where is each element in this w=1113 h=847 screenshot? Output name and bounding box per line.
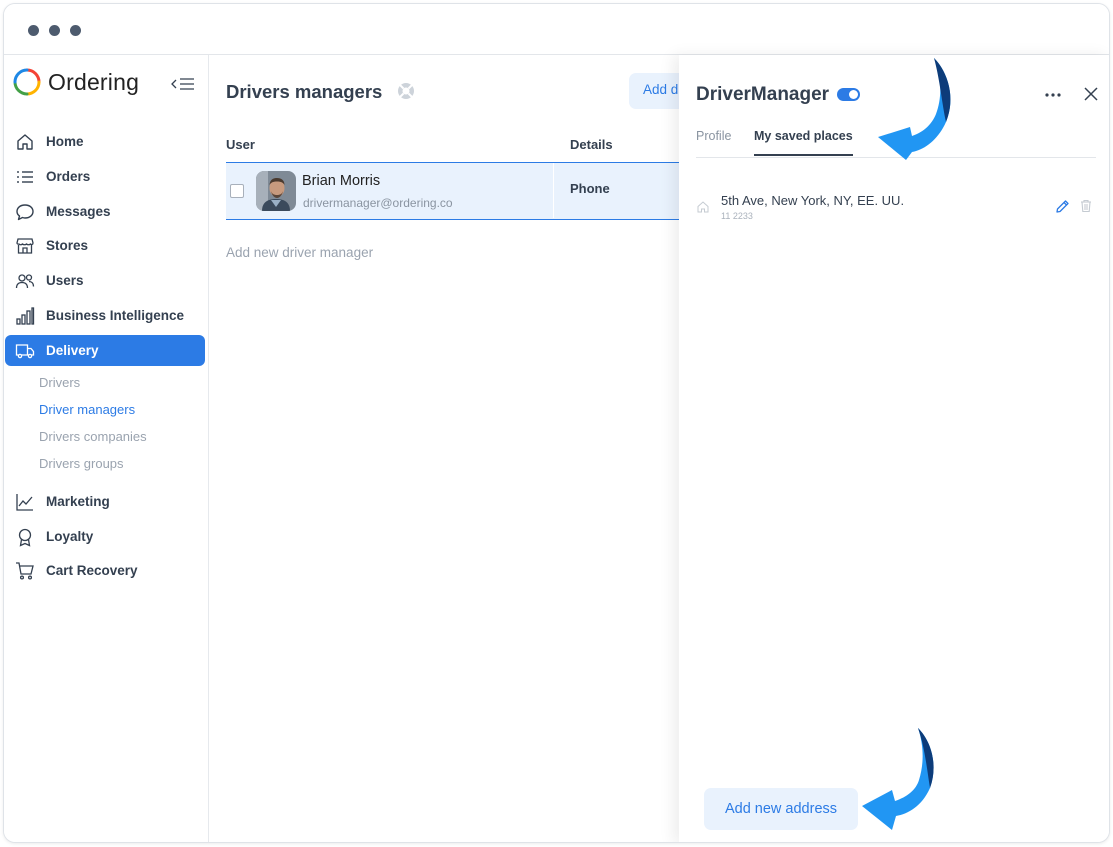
window-titlebar (4, 4, 1109, 55)
trash-icon[interactable] (1079, 199, 1093, 213)
window-dot (70, 25, 81, 36)
sidebar-item-orders[interactable]: Orders (4, 161, 209, 192)
add-new-address-button[interactable]: Add new address (704, 788, 858, 830)
award-icon (18, 528, 32, 547)
avatar (256, 171, 296, 211)
window-dot (28, 25, 39, 36)
message-icon (16, 204, 34, 221)
enabled-toggle[interactable] (837, 88, 860, 101)
sidebar-item-home[interactable]: Home (4, 126, 209, 157)
column-divider (553, 163, 554, 218)
sidebar: Ordering Home Orders Messages Stores Use… (4, 55, 209, 842)
tab-profile[interactable]: Profile (696, 129, 731, 143)
truck-icon (15, 344, 35, 359)
sidebar-item-messages[interactable]: Messages (4, 196, 209, 227)
page-title: Drivers managers (226, 81, 383, 102)
address-detail: 11 2233 (721, 211, 753, 221)
sidebar-item-label: Orders (46, 169, 91, 184)
sidebar-item-label: Home (46, 134, 84, 149)
column-header-details: Details (570, 137, 613, 152)
users-icon (15, 274, 35, 289)
home-icon (17, 134, 33, 150)
panel-title: DriverManager (696, 84, 830, 105)
home-icon (697, 201, 709, 213)
table-row[interactable]: Brian Morris drivermanager@ordering.co P… (226, 162, 696, 220)
sidebar-item-label: Stores (46, 238, 89, 253)
ordering-logo (13, 68, 41, 96)
sidebar-item-loyalty[interactable]: Loyalty (4, 521, 209, 552)
user-email: drivermanager@ordering.co (303, 196, 453, 210)
sidebar-subitem-drivers[interactable]: Drivers (39, 375, 80, 390)
collapse-sidebar-icon[interactable] (171, 75, 195, 93)
lifebuoy-icon[interactable] (397, 82, 415, 100)
sidebar-item-cart-recovery[interactable]: Cart Recovery (4, 555, 209, 586)
sidebar-item-users[interactable]: Users (4, 265, 209, 296)
cart-icon (16, 562, 34, 580)
details-value: Phone (570, 181, 610, 196)
app-window: Ordering Home Orders Messages Stores Use… (3, 3, 1110, 843)
sidebar-item-label: Marketing (46, 494, 110, 509)
sidebar-item-marketing[interactable]: Marketing (4, 486, 209, 517)
column-header-user: User (226, 137, 255, 152)
brand-name: Ordering (48, 69, 140, 95)
list-icon (17, 171, 33, 183)
sidebar-item-label: Messages (46, 204, 111, 219)
sidebar-item-label: Delivery (46, 343, 99, 358)
close-icon[interactable] (1081, 84, 1101, 104)
pencil-icon[interactable] (1055, 199, 1070, 214)
store-icon (16, 238, 34, 254)
sidebar-item-label: Business Intelligence (46, 308, 185, 323)
sidebar-item-label: Users (46, 273, 84, 288)
bar-chart-icon (16, 307, 35, 325)
sidebar-item-label: Cart Recovery (46, 563, 138, 578)
main-content: Drivers managers Add d User Details Bria… (210, 55, 699, 842)
address-line: 5th Ave, New York, NY, EE. UU. (721, 193, 905, 208)
sidebar-item-delivery[interactable]: Delivery (5, 335, 205, 366)
tabs-divider (696, 157, 1096, 158)
driver-manager-panel: DriverManager Profile My saved places 5t… (679, 55, 1109, 842)
user-name: Brian Morris (302, 173, 381, 189)
sidebar-item-business-intelligence[interactable]: Business Intelligence (4, 300, 209, 331)
sidebar-item-stores[interactable]: Stores (4, 230, 209, 261)
sidebar-subitem-drivers-groups[interactable]: Drivers groups (39, 456, 124, 471)
line-chart-icon (16, 494, 33, 511)
sidebar-subitem-drivers-companies[interactable]: Drivers companies (39, 429, 147, 444)
window-dot (49, 25, 60, 36)
sidebar-item-label: Loyalty (46, 529, 94, 544)
sidebar-subitem-driver-managers[interactable]: Driver managers (39, 402, 135, 417)
tab-my-saved-places[interactable]: My saved places (754, 129, 853, 156)
add-new-driver-manager-link[interactable]: Add new driver manager (226, 245, 373, 260)
more-options-icon[interactable] (1043, 85, 1063, 105)
row-checkbox[interactable] (230, 184, 244, 198)
